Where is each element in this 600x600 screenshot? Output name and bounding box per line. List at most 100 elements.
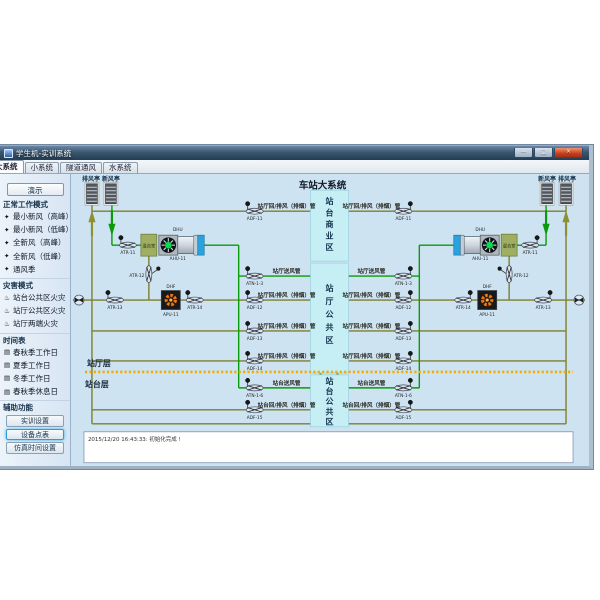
item-label: 站厅公共区火灾 [13, 305, 66, 316]
damper-tag: ATR-14 [456, 305, 471, 311]
zone-label-bottom: 站台公共区 [326, 376, 334, 427]
duct-label: 站台送风管 [357, 379, 385, 387]
damper-tag: ATR-13 [107, 305, 122, 311]
titlebar[interactable]: 学生机-实训系统 — □ × [0, 145, 589, 160]
maximize-button[interactable]: □ [534, 148, 553, 158]
mixing-box-label: 混合室 [142, 243, 156, 250]
damper-icon[interactable] [106, 297, 123, 303]
ahu-tag: AHU-11 [170, 256, 187, 262]
pavilion-label: 新风亭 [102, 175, 120, 183]
ahu-tag: AHU-11 [472, 256, 489, 262]
item-label: 最小新风（高峰） [13, 211, 71, 222]
damper-icon[interactable] [246, 385, 263, 391]
desktop: { "window": { "title": "学生机-实训系统", "mini… [0, 0, 600, 600]
training-settings-button[interactable]: 实训设置 [6, 415, 64, 427]
calendar-icon: ▤ [4, 374, 13, 382]
calendar-icon: ▤ [4, 361, 13, 369]
duct-label: 站厅送风管 [273, 267, 301, 275]
item-label: 春秋季休息日 [13, 386, 58, 397]
sidebar-item-springfall-holiday[interactable]: ▤春秋季休息日 [0, 385, 70, 398]
section-disaster-modes: 灾害模式 [0, 278, 70, 291]
sidebar-item-springfall-workday[interactable]: ▤春秋季工作日 [0, 346, 70, 359]
duct-label: 站厅回/排风（排烟）管 [258, 322, 316, 330]
section-schedule: 时间表 [0, 333, 70, 346]
damper-icon[interactable] [146, 266, 152, 283]
duct-label: 站厅回/排风（排烟）管 [258, 291, 316, 299]
ahu-type-label: DHU [475, 227, 485, 233]
damper-tag: ADF-14 [396, 366, 412, 372]
pavilion-label: 新风亭 [538, 175, 556, 183]
sidebar-item-min-fresh-offpeak[interactable]: ✦最小新风（低峰） [0, 223, 70, 236]
damper-icon[interactable] [246, 273, 263, 279]
tab-big-system[interactable]: 大系统 [0, 160, 24, 173]
item-label: 最小新风（低峰） [13, 224, 71, 235]
damper-tag: ATN-1-6 [395, 393, 412, 399]
sidebar-item-full-fresh-peak[interactable]: ✦全新风（高峰） [0, 236, 70, 249]
sidebar-item-hall-fire[interactable]: ♨站厅公共区火灾 [0, 304, 70, 317]
device-points-button[interactable]: 设备点表 [6, 429, 64, 441]
duct-label: 站厅送风管 [357, 267, 385, 275]
damper-tag: ATR-14 [187, 305, 202, 311]
item-label: 通风季 [13, 264, 36, 275]
duct-label: 站厅回/排风（排烟）管 [343, 322, 401, 330]
window-controls: — □ × [514, 148, 583, 158]
fan-tag: APU-11 [163, 312, 179, 318]
ahu-type-label: DHU [173, 227, 183, 233]
demo-button[interactable]: 演示 [7, 183, 64, 196]
damper-tag: ADF-13 [247, 336, 263, 342]
sidebar-item-platform-fire[interactable]: ♨站台公共区火灾 [0, 291, 70, 304]
item-label: 全新风（高峰） [13, 237, 66, 248]
fan-type-label: DHF [483, 284, 493, 290]
zone-label-middle: 站厅公共区 [326, 283, 334, 345]
fan-type-label: DHF [166, 284, 176, 290]
damper-tag: ADF-11 [247, 216, 263, 222]
damper-icon[interactable] [186, 297, 203, 303]
sidebar-item-hall-ends-fire[interactable]: ♨站厅两端火灾 [0, 317, 70, 330]
duct-label: 站台回/排风（排烟）管 [258, 401, 316, 409]
duct-label: 站厅回/排风（排烟）管 [343, 291, 401, 299]
diagram-title: 车站大系统 [299, 179, 347, 191]
main-area: 演示 正常工作模式 ✦最小新风（高峰） ✦最小新风（低峰） ✦全新风（高峰） ✦… [0, 174, 589, 466]
tab-small-system[interactable]: 小系统 [25, 162, 60, 173]
sidebar-item-full-fresh-offpeak[interactable]: ✦全新风（低峰） [0, 250, 70, 263]
duct-label: 站厅回/排风（排烟）管 [343, 202, 401, 210]
exhaust-shaft-louver [85, 182, 99, 205]
damper-tag: ATR-13 [536, 305, 551, 311]
floor-label-hall: 站厅层 [87, 358, 111, 368]
duct-label: 站厅回/排风（排烟）管 [258, 352, 316, 360]
section-aux-functions: 辅助功能 [0, 400, 70, 413]
fresh-air-shaft-louver [104, 182, 118, 205]
pavilion-label: 排风亭 [82, 175, 100, 183]
damper-tag: ADF-15 [396, 415, 412, 421]
cooling-coil [198, 235, 204, 255]
fire-icon: ♨ [4, 320, 13, 328]
return-exhaust-fan[interactable] [161, 291, 180, 310]
mixing-box-label: 混合室 [503, 243, 517, 250]
sidebar-item-min-fresh-peak[interactable]: ✦最小新风（高峰） [0, 210, 70, 223]
sidebar-item-summer-workday[interactable]: ▤夏季工作日 [0, 359, 70, 372]
duct-label: 站台送风管 [273, 379, 301, 387]
sim-time-settings-button[interactable]: 仿真时间设置 [6, 442, 64, 454]
sidebar-item-vent-season[interactable]: ✦通风季 [0, 263, 70, 276]
wall-fan[interactable] [74, 295, 84, 305]
calendar-icon: ▤ [4, 348, 13, 356]
damper-tag: ADF-12 [396, 305, 412, 311]
minimize-button[interactable]: — [514, 148, 533, 158]
item-label: 冬季工作日 [13, 373, 51, 384]
sidebar-item-winter-workday[interactable]: ▤冬季工作日 [0, 372, 70, 385]
damper-tag: ATR-12 [514, 273, 529, 279]
zone-label-top: 站台商业区 [326, 196, 334, 252]
damper-tag: ATR-12 [129, 273, 144, 279]
damper-icon[interactable] [119, 242, 136, 248]
close-button[interactable]: × [554, 148, 583, 158]
tab-water-system[interactable]: 水系统 [103, 162, 138, 173]
damper-tag: ADF-13 [396, 336, 412, 342]
damper-tag: ADF-14 [247, 366, 263, 372]
fan-mode-icon: ✦ [4, 252, 13, 260]
damper-tag: ADF-15 [247, 415, 263, 421]
ahu-fan[interactable] [159, 235, 198, 255]
hvac-diagram: 站台商业区 站厅公共区 站台公共区 站厅层 站台层 车站大系统 排风亭 新风亭 … [71, 174, 587, 466]
pavilion-label: 排风亭 [558, 175, 576, 183]
tab-tunnel-vent[interactable]: 隧道通风 [60, 162, 102, 173]
fire-icon: ♨ [4, 307, 13, 315]
